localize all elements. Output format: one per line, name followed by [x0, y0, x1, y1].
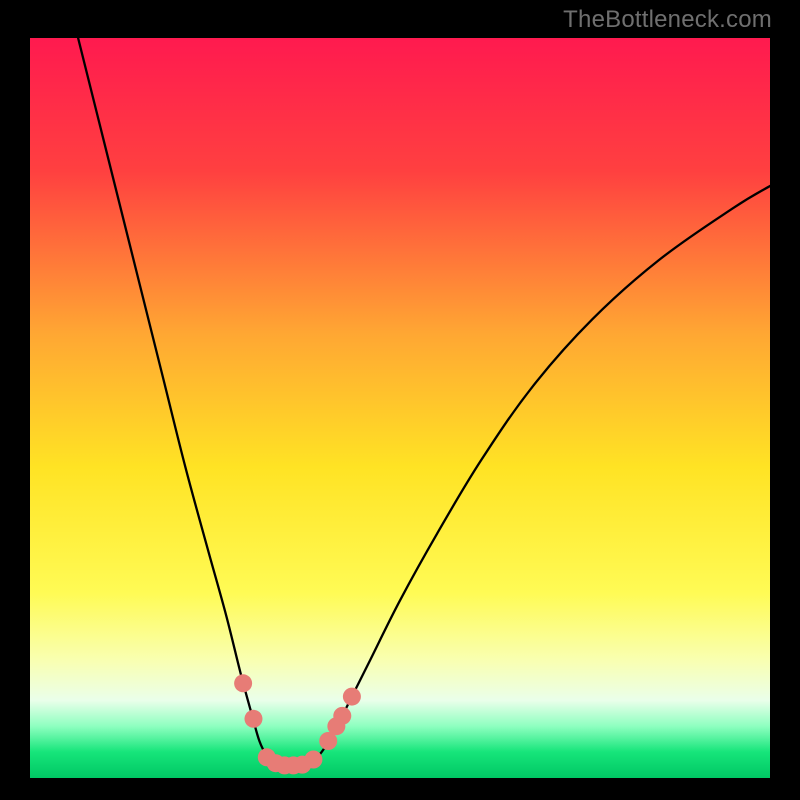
highlight-dot — [343, 688, 361, 706]
highlight-dot — [234, 674, 252, 692]
chart-frame: TheBottleneck.com — [0, 0, 800, 800]
highlight-dots — [234, 674, 361, 774]
highlight-dot — [244, 710, 262, 728]
bottleneck-curve — [78, 38, 770, 767]
watermark-text: TheBottleneck.com — [563, 6, 772, 34]
highlight-dot — [333, 707, 351, 725]
chart-svg — [30, 38, 770, 778]
highlight-dot — [304, 751, 322, 769]
plot-area — [30, 38, 770, 778]
